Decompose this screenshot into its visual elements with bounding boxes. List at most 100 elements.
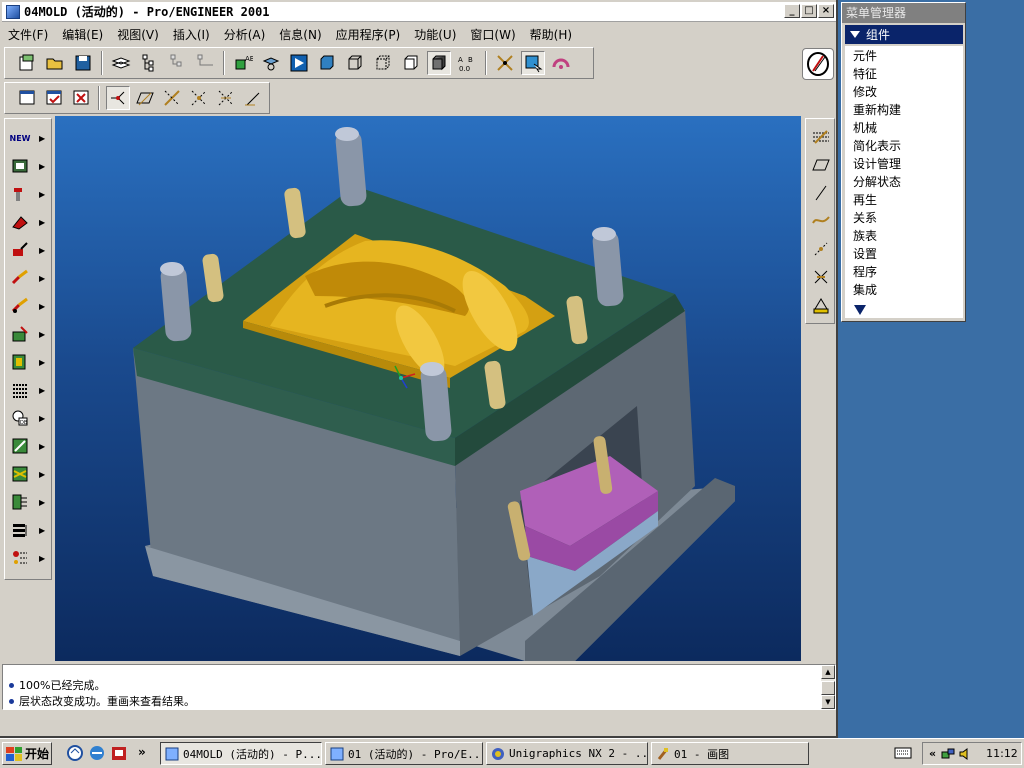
graphics-viewport[interactable] — [55, 116, 801, 661]
task-paint[interactable]: 01 - 画图 — [651, 742, 809, 765]
model-tree-icon[interactable] — [137, 51, 161, 75]
feature-shell-button[interactable]: ▶ — [9, 351, 49, 373]
feature-pattern-button[interactable]: ▶ — [9, 379, 49, 401]
no-hidden-icon[interactable] — [371, 51, 395, 75]
tree-columns-icon[interactable] — [193, 51, 217, 75]
spin-rotate-icon[interactable] — [549, 51, 573, 75]
pro-engineer-logo-icon[interactable] — [802, 48, 834, 80]
axis-icon[interactable] — [809, 181, 833, 205]
datum-axes-icon[interactable] — [493, 51, 517, 75]
datum-sketch-icon[interactable] — [242, 86, 265, 110]
save-icon[interactable] — [71, 51, 95, 75]
menu-edit[interactable]: 编辑(E) — [62, 26, 103, 43]
start-button[interactable]: 开始 — [2, 742, 52, 765]
feature-shaft-button[interactable]: ▶ — [9, 183, 49, 205]
tray-clock[interactable]: 11:12 — [986, 747, 1018, 760]
datum-axis-icon[interactable] — [161, 86, 184, 110]
open-folder-icon[interactable] — [43, 51, 67, 75]
feature-chamfer-button[interactable]: ▶ — [9, 295, 49, 317]
menu-window[interactable]: 窗口(W) — [470, 26, 515, 43]
menu-item-simplified-rep[interactable]: 简化表示 — [853, 137, 901, 155]
view-window-icon[interactable] — [15, 86, 38, 110]
internet-explorer-icon[interactable] — [88, 744, 106, 762]
quicklaunch-more-icon[interactable]: » — [138, 745, 146, 759]
new-file-icon[interactable] — [15, 51, 39, 75]
menu-view[interactable]: 视图(V) — [117, 26, 159, 43]
feature-mirror-button[interactable]: ▶ — [9, 435, 49, 457]
feature-rib-button[interactable]: ▶ — [9, 323, 49, 345]
maximize-button[interactable]: □ — [801, 4, 817, 18]
scroll-thumb[interactable] — [821, 681, 835, 695]
datum-plane-icon[interactable] — [134, 86, 157, 110]
datum-csys-icon[interactable] — [215, 86, 238, 110]
menu-manager-title[interactable]: 菜单管理器 — [842, 3, 965, 23]
datum-point-icon[interactable] — [188, 86, 211, 110]
menu-info[interactable]: 信息(N) — [279, 26, 321, 43]
menu-item-relations[interactable]: 关系 — [853, 209, 877, 227]
menu-analysis[interactable]: 分析(A) — [224, 26, 266, 43]
menu-header-assembly[interactable]: 组件 — [845, 25, 963, 44]
network-icon[interactable] — [940, 746, 956, 762]
menu-insert[interactable]: 插入(I) — [173, 26, 210, 43]
menu-help[interactable]: 帮助(H) — [530, 26, 572, 43]
scroll-up-icon[interactable]: ▲ — [821, 665, 835, 679]
csys-icon[interactable] — [809, 265, 833, 289]
menu-item-program[interactable]: 程序 — [853, 263, 877, 281]
feature-cut-button[interactable]: ▶ — [9, 211, 49, 233]
menu-utilities[interactable]: 功能(U) — [414, 26, 456, 43]
scroll-down-icon[interactable]: ▼ — [821, 695, 835, 709]
title-bar[interactable]: 04MOLD (活动的) - Pro/ENGINEER 2001 _ □ × — [2, 2, 836, 22]
shaded-box-icon[interactable] — [399, 51, 423, 75]
feature-merge-button[interactable]: ▶ — [9, 491, 49, 513]
app-icon[interactable] — [6, 4, 20, 19]
task-04mold[interactable]: 04MOLD (活动的) - P... — [160, 742, 322, 765]
menu-file[interactable]: 文件(F) — [8, 26, 48, 43]
menu-item-component[interactable]: 元件 — [853, 47, 877, 65]
menu-item-integrate[interactable]: 集成 — [853, 281, 877, 299]
menu-item-explode-state[interactable]: 分解状态 — [853, 173, 901, 191]
curve-icon[interactable] — [809, 209, 833, 233]
task-01-proe[interactable]: 01 (活动的) - Pro/E... — [325, 742, 483, 765]
menu-item-regenerate[interactable]: 再生 — [853, 191, 877, 209]
shading-icon[interactable] — [287, 51, 311, 75]
keyboard-icon[interactable] — [894, 746, 912, 760]
tree-settings-icon[interactable] — [165, 51, 189, 75]
hidden-line-icon[interactable] — [343, 51, 367, 75]
feature-misc-button[interactable]: ▶ — [9, 547, 49, 569]
analysis-icon[interactable] — [809, 293, 833, 317]
outlook-express-icon[interactable] — [66, 744, 84, 762]
feature-new-button[interactable]: NEW ▶ — [9, 127, 49, 149]
close-button[interactable]: × — [818, 4, 834, 18]
menu-item-mechanism[interactable]: 机械 — [853, 119, 877, 137]
menu-more-arrow-icon[interactable] — [854, 305, 866, 315]
media-app-icon[interactable] — [110, 744, 128, 762]
task-unigraphics[interactable]: Unigraphics NX 2 - ... — [486, 742, 648, 765]
feature-copy-button[interactable]: DB ▶ — [9, 407, 49, 429]
feature-stack-button[interactable]: ▶ — [9, 519, 49, 541]
select-component-icon[interactable] — [521, 51, 545, 75]
menu-item-design-mgmt[interactable]: 设计管理 — [853, 155, 901, 173]
minimize-button[interactable]: _ — [784, 4, 800, 18]
datum-plane-display-icon[interactable] — [809, 125, 833, 149]
layers-icon[interactable] — [109, 51, 133, 75]
view-close-icon[interactable] — [69, 86, 92, 110]
wireframe-icon[interactable] — [315, 51, 339, 75]
repaint-icon[interactable]: AB — [231, 51, 255, 75]
feature-slot-button[interactable]: ▶ — [9, 239, 49, 261]
message-scrollbar[interactable]: ▲ ▼ — [821, 665, 835, 709]
spin-center-icon[interactable] — [259, 51, 283, 75]
volume-icon[interactable] — [958, 746, 974, 762]
feature-hole-button[interactable]: ▶ — [9, 155, 49, 177]
view-check-icon[interactable] — [42, 86, 65, 110]
tray-expand-icon[interactable]: « — [929, 747, 936, 760]
menu-item-restructure[interactable]: 重新构建 — [853, 101, 901, 119]
menu-item-setup[interactable]: 设置 — [853, 245, 877, 263]
point-icon[interactable] — [809, 237, 833, 261]
datum-display-icon[interactable]: A B 0.0 — [455, 51, 479, 75]
feature-draft-button[interactable]: ▶ — [9, 463, 49, 485]
feature-round-button[interactable]: ▶ — [9, 267, 49, 289]
datum-curve-icon[interactable] — [106, 86, 130, 110]
menu-item-feature[interactable]: 特征 — [853, 65, 877, 83]
menu-item-modify[interactable]: 修改 — [853, 83, 877, 101]
shaded-solid-icon[interactable] — [427, 51, 451, 75]
